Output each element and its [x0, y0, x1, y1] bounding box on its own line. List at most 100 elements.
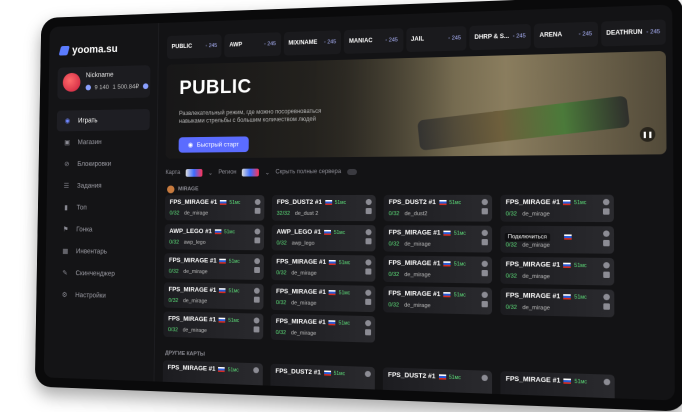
copy-icon[interactable]	[602, 208, 610, 215]
copy-icon[interactable]	[254, 266, 260, 274]
info-icon[interactable]	[365, 229, 372, 236]
copy-icon[interactable]	[365, 298, 372, 305]
info-icon[interactable]	[253, 367, 260, 374]
sidebar-item-2[interactable]: ⊘ Блокировки	[56, 153, 149, 175]
server-card[interactable]: FPS_MIRAGE #1 51мс 0/32 de_mirage	[383, 255, 493, 284]
sidebar-item-1[interactable]: ▣ Магазин	[56, 131, 149, 153]
server-card[interactable]: FPS_MIRAGE #151мсПодключиться0/32de_mira…	[500, 225, 615, 254]
server-card[interactable]: FPS_MIRAGE #1 51мс 0/32 de_mirage	[500, 287, 615, 318]
copy-icon[interactable]	[365, 208, 372, 215]
server-card[interactable]: FPS_MIRAGE #1 51мс	[500, 371, 615, 401]
sidebar-item-4[interactable]: ▮ Топ	[55, 197, 148, 218]
info-icon[interactable]	[603, 262, 610, 269]
info-icon[interactable]	[254, 258, 261, 265]
info-icon[interactable]	[254, 199, 261, 205]
device-frame: yooma.su Nickname 9 140 1 500.84₽ ◉ Играт…	[0, 0, 682, 412]
hide-full-toggle[interactable]	[347, 168, 357, 176]
server-card[interactable]: FPS_MIRAGE #1 51мс 0/32 de_mirage	[163, 282, 264, 310]
connect-label[interactable]: Подключиться	[504, 233, 551, 242]
tab-2[interactable]: MIX/NAME ◦ 245	[283, 30, 342, 56]
copy-icon[interactable]	[603, 303, 610, 310]
info-icon[interactable]	[254, 228, 261, 235]
server-card[interactable]: FPS_DUST2 #1 51мс	[270, 363, 375, 394]
tab-0[interactable]: PUBLIC ◦ 245	[166, 34, 222, 59]
info-icon[interactable]	[365, 320, 372, 327]
pause-button[interactable]: ❚❚	[639, 126, 656, 142]
copy-icon[interactable]	[365, 329, 372, 336]
copy-icon[interactable]	[365, 268, 372, 275]
info-icon[interactable]	[481, 229, 488, 237]
copy-icon[interactable]	[603, 239, 610, 247]
quick-start-button[interactable]: ◉ Быстрый старт	[178, 136, 249, 153]
sidebar-item-5[interactable]: ⚑ Гонка	[55, 219, 148, 241]
server-card[interactable]: FPS_MIRAGE #1 51мс 0/32 de_mirage	[500, 256, 615, 286]
server-card[interactable]: FPS_MIRAGE #1 51мс 0/32 de_mirage	[163, 311, 264, 340]
tab-4[interactable]: JAIL ◦ 245	[405, 26, 467, 53]
tab-5[interactable]: DHRP & S... ◦ 245	[469, 23, 532, 51]
info-icon[interactable]	[365, 198, 372, 206]
tab-6[interactable]: ARENA ◦ 245	[534, 21, 598, 49]
region-filter-select[interactable]	[242, 168, 260, 177]
user-card[interactable]: Nickname 9 140 1 500.84₽	[57, 65, 151, 100]
server-card[interactable]: FPS_MIRAGE #1 51мс 0/32 de_mirage	[271, 284, 376, 313]
server-card[interactable]: AWP_LEGO #1 51мс 0/32 awp_lego	[164, 224, 265, 251]
copy-icon[interactable]	[481, 269, 488, 277]
info-icon[interactable]	[481, 374, 488, 382]
tab-1[interactable]: AWP ◦ 245	[224, 32, 281, 58]
copy-icon[interactable]	[253, 296, 260, 303]
tab-7[interactable]: DEATHRUN ◦ 245	[600, 19, 666, 47]
copy-icon[interactable]	[254, 237, 261, 244]
copy-icon[interactable]	[365, 238, 372, 245]
server-card[interactable]: AWP_LEGO #1 51мс 0/32 awp_lego	[271, 224, 376, 252]
player-count: 0/32	[276, 240, 287, 247]
server-card[interactable]: FPS_MIRAGE #1 51мс 0/32 de_mirage	[500, 194, 614, 223]
copy-icon[interactable]	[254, 207, 261, 214]
quick-start-label: Быстрый старт	[196, 140, 240, 149]
sidebar-item-6[interactable]: ▦ Инвентарь	[55, 241, 149, 263]
info-icon[interactable]	[603, 293, 610, 301]
copy-icon[interactable]	[481, 300, 488, 308]
server-name: AWP_LEGO #1 51мс	[277, 229, 346, 236]
chevron-down-icon[interactable]: ⌄	[208, 169, 213, 176]
copy-icon[interactable]	[481, 208, 488, 215]
copy-icon[interactable]	[253, 326, 260, 333]
copy-icon[interactable]	[481, 239, 488, 246]
server-card[interactable]: FPS_MIRAGE #1 51мс	[162, 360, 263, 390]
server-card[interactable]: FPS_MIRAGE #1 51мс 0/32 de_mirage	[164, 195, 265, 221]
server-info: 0/32 awp_lego	[276, 241, 314, 247]
info-icon[interactable]	[365, 259, 372, 266]
chevron-down-icon[interactable]: ⌄	[265, 169, 270, 176]
server-card[interactable]: FPS_MIRAGE #1 51мс 0/32 de_mirage	[383, 285, 493, 315]
server-card[interactable]: FPS_DUST2 #1 51мс	[382, 367, 493, 398]
server-card[interactable]: FPS_MIRAGE #1 51мс 0/32 de_mirage	[270, 313, 376, 343]
info-icon[interactable]	[481, 260, 488, 267]
logo[interactable]: yooma.su	[58, 43, 118, 56]
info-icon[interactable]	[602, 198, 610, 206]
add-funds-icon[interactable]	[142, 83, 149, 90]
info-icon[interactable]	[253, 317, 260, 324]
server-name-text: FPS_MIRAGE #1	[388, 229, 441, 237]
copy-icon[interactable]	[603, 271, 610, 279]
server-card[interactable]: FPS_DUST2 #1 51мс 0/32 de_dust2	[383, 194, 493, 222]
info-icon[interactable]	[364, 370, 371, 378]
info-icon[interactable]	[603, 230, 610, 237]
server-card[interactable]: FPS_MIRAGE #1 51мс 0/32 de_mirage	[271, 254, 376, 282]
info-icon[interactable]	[481, 291, 488, 299]
tab-label: MANIAC	[348, 38, 373, 45]
map-filter-select[interactable]	[185, 168, 203, 177]
server-card[interactable]: FPS_MIRAGE #1 51мс 0/32 de_mirage	[164, 253, 264, 280]
info-icon[interactable]	[481, 198, 488, 206]
info-icon[interactable]	[365, 289, 372, 296]
server-name-text: FPS_MIRAGE #1	[505, 260, 561, 269]
sidebar-item-0[interactable]: ◉ Играть	[56, 108, 150, 132]
sidebar-item-8[interactable]: ⚙ Настройки	[54, 284, 148, 307]
server-card[interactable]: FPS_MIRAGE #1 51мс 0/32 de_mirage	[383, 225, 493, 253]
server-card[interactable]: FPS_DUST2 #1 51мс 32/32 de_dust 2	[271, 194, 376, 222]
sidebar-item-3[interactable]: ☰ Задания	[56, 175, 149, 196]
filters-bar: Карта ⌄ Регион ⌄ Скрыть полные сервера	[165, 165, 357, 180]
info-icon[interactable]	[253, 287, 260, 294]
tab-3[interactable]: MANIAC ◦ 245	[343, 28, 403, 54]
card-actions	[365, 198, 372, 215]
sidebar-item-7[interactable]: ✎ Скинченджер	[54, 262, 148, 284]
info-icon[interactable]	[603, 378, 611, 386]
